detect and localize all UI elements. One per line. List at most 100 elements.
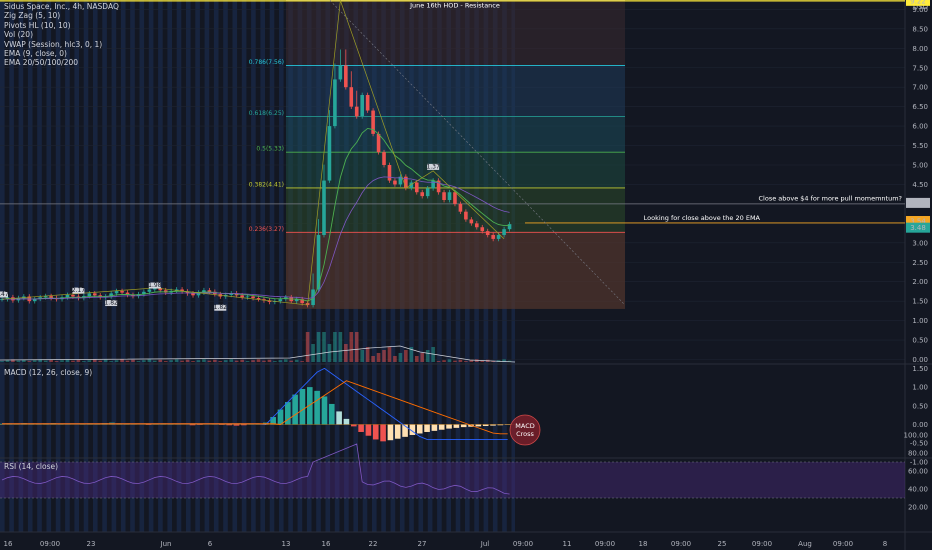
macd-histogram-bar (314, 390, 320, 425)
pivot-label: 1.37 (426, 163, 440, 170)
time-tick-label: 16 (4, 540, 13, 548)
candle-body (502, 229, 506, 236)
session-stripe (46, 0, 52, 532)
candle-body (447, 192, 452, 201)
indicator-ema9[interactable]: EMA (9, close, 0) (4, 49, 119, 58)
session-stripe (111, 0, 117, 532)
volume-bar (180, 360, 184, 362)
symbol-title[interactable]: Sidus Space, Inc., 4h, NASDAQ (4, 2, 119, 11)
session-stripe (176, 0, 182, 532)
volume-bar (251, 360, 255, 362)
session-stripe (130, 0, 135, 532)
indicator-zigzag[interactable]: Zig Zag (5, 10) (4, 11, 119, 20)
badge-hod: 9.22 (910, 0, 926, 5)
volume-bar (218, 361, 223, 362)
session-stripe (74, 0, 79, 532)
macd-histogram-bar (365, 424, 372, 436)
macd-histogram-bar (328, 403, 335, 425)
macd-histogram-bar (387, 424, 394, 441)
macd-cross-text-1: MACD (515, 422, 534, 430)
resistance-annotation: June 16th HOD - Resistance (409, 1, 500, 9)
macd-histogram-bar (321, 396, 328, 425)
price-tick-label: 7.50 (912, 64, 928, 72)
time-tick-label: Jul (480, 540, 490, 548)
volume-bar (98, 360, 103, 362)
candle-body (365, 94, 370, 111)
volume-bar (158, 359, 163, 362)
candle-body (360, 94, 364, 117)
indicator-ema-ribbon[interactable]: EMA 20/50/100/200 (4, 58, 119, 67)
pivot-label: 1.47 (0, 291, 9, 298)
session-stripe (251, 0, 256, 532)
time-tick-label: 09:00 (833, 540, 853, 548)
price-tick-label: 0.00 (912, 356, 928, 364)
volume-bar (414, 356, 419, 362)
indicator-legend: Sidus Space, Inc., 4h, NASDAQ Zig Zag (5… (4, 2, 119, 68)
indicator-vwap[interactable]: VWAP (Session, hlc3, 0, 1) (4, 40, 119, 49)
volume-bar (229, 359, 234, 362)
candle-body (322, 180, 326, 236)
session-stripe (102, 0, 107, 532)
session-stripe (93, 0, 98, 532)
fibonacci-retracement: 1(9.23)0.786(7.56)0.618(6.25)0.5(5.33)0.… (249, 0, 625, 309)
volume-bar (49, 359, 53, 362)
macd-cross-text-2: Cross (516, 430, 534, 438)
macd-histogram-bar (343, 418, 350, 425)
session-stripe (213, 0, 219, 532)
rsi-tick-label: 20.00 (908, 504, 928, 512)
price-tick-label: 2.50 (912, 259, 928, 267)
candle-body (491, 235, 495, 239)
volume-bar (213, 359, 217, 362)
badge-four: 4.00 (910, 199, 926, 207)
indicator-pivots[interactable]: Pivots HL (10, 10) (4, 21, 119, 30)
rsi-tick-label: 60.00 (908, 468, 928, 476)
volume-bar (125, 360, 130, 362)
time-tick-label: Aug (798, 540, 812, 548)
session-stripe (18, 0, 24, 532)
volume-bar (60, 360, 64, 362)
volume-bar (0, 361, 4, 362)
indicator-volume[interactable]: Vol (20) (4, 30, 119, 39)
price-tick-label: 6.50 (912, 103, 928, 111)
candle-body (120, 291, 124, 293)
volume-bar (387, 347, 392, 362)
candle-body (485, 231, 490, 236)
volume-bar (360, 350, 364, 362)
time-tick-label: 11 (563, 540, 572, 548)
volume-bar (185, 359, 190, 362)
rsi-tick-label: 40.00 (908, 486, 928, 494)
volume-bar (371, 356, 375, 362)
volume-bar (27, 361, 32, 362)
time-tick-label: 13 (282, 540, 291, 548)
rsi-label[interactable]: RSI (14, close) (4, 462, 58, 471)
candle-body (474, 223, 479, 228)
volume-bar (344, 344, 348, 362)
candle-body (147, 289, 152, 292)
macd-label[interactable]: MACD (12, 26, close, 9) (4, 368, 92, 377)
volume-bar (32, 360, 37, 362)
macd-histogram-bar (307, 387, 313, 425)
volume-bar (5, 360, 10, 362)
volume-bar (245, 361, 250, 362)
volume-bar (103, 359, 108, 362)
volume-bar (382, 350, 386, 362)
volume-bar (404, 350, 408, 362)
ema20-annotation: Looking for close above the 20 EMA (644, 214, 761, 222)
volume-bar (458, 359, 463, 362)
candle-body (496, 235, 501, 239)
candle-body (338, 65, 343, 80)
volume-bar (71, 360, 75, 362)
volume-bar (267, 359, 272, 362)
time-tick-label: Jun (160, 540, 172, 548)
session-stripe (9, 0, 14, 532)
price-tick-label: 3.00 (912, 239, 928, 247)
volume-bar (425, 350, 430, 362)
price-tick-label: 1.50 (912, 298, 928, 306)
macd-histogram-bar (416, 424, 423, 434)
volume-bar (262, 360, 266, 362)
volume-bar (43, 360, 48, 362)
volume-bar (114, 360, 119, 362)
price-chart[interactable]: 1(9.23)0.786(7.56)0.618(6.25)0.5(5.33)0.… (0, 0, 932, 550)
volume-bar (202, 359, 206, 362)
candle-body (393, 180, 397, 185)
